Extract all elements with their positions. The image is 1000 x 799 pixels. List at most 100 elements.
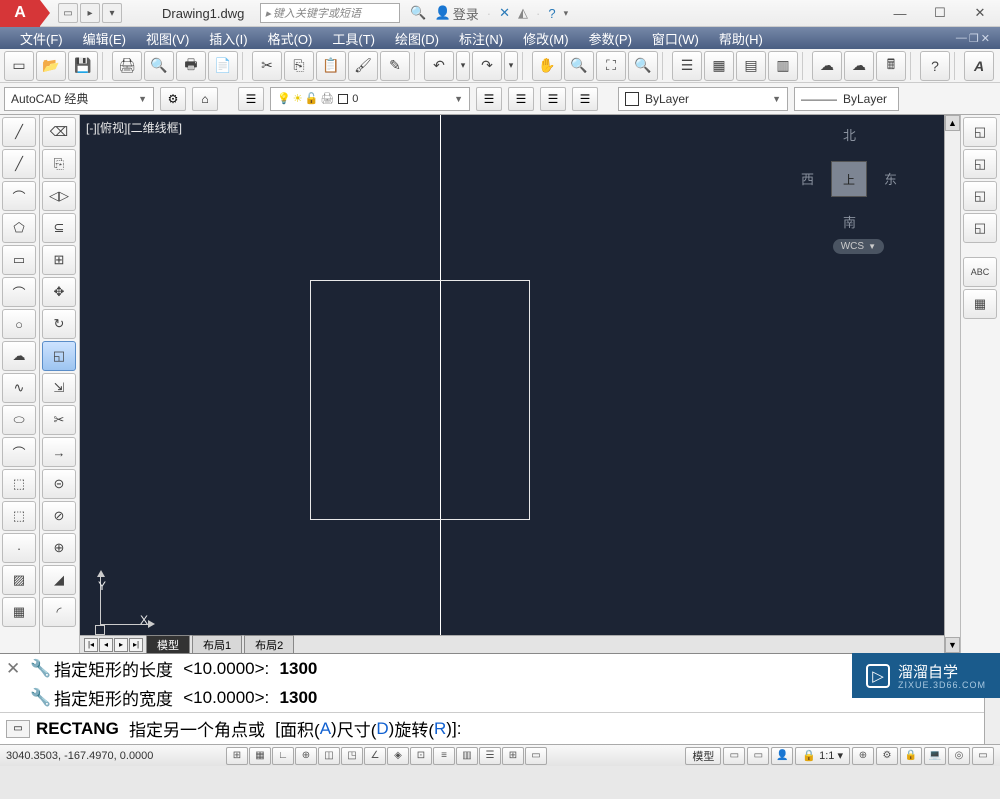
dyn-toggle-icon[interactable]: ⊡ xyxy=(410,747,432,765)
publish-icon[interactable]: 🖶 xyxy=(176,51,206,81)
transparency-toggle-icon[interactable]: ▥ xyxy=(456,747,478,765)
text-style-icon[interactable]: A xyxy=(964,51,994,81)
login-button[interactable]: 👤 登录 xyxy=(435,4,479,23)
layer-freeze-icon[interactable]: ☰ xyxy=(572,87,598,111)
arc-tool-icon[interactable]: ⌒ xyxy=(2,277,36,307)
tool-palettes-icon[interactable]: ▤ xyxy=(736,51,766,81)
menu-format[interactable]: 格式(O) xyxy=(258,27,323,49)
redo-dropdown-icon[interactable]: ▾ xyxy=(504,51,518,81)
pan-icon[interactable]: ✋ xyxy=(532,51,562,81)
viewcube-north[interactable]: 北 xyxy=(843,125,856,144)
close-button[interactable]: ✕ xyxy=(960,0,1000,27)
properties-icon[interactable]: ☰ xyxy=(672,51,702,81)
quickcalc-icon[interactable]: ☁ xyxy=(844,51,874,81)
vertical-scrollbar[interactable]: ▲ ▼ xyxy=(944,115,960,653)
workspace-combo[interactable]: AutoCAD 经典 ▼ xyxy=(4,87,154,111)
workspace-home-icon[interactable]: ⌂ xyxy=(192,87,218,111)
menu-edit[interactable]: 编辑(E) xyxy=(73,27,136,49)
mdi-restore-icon[interactable]: ❐ xyxy=(969,32,979,45)
viewcube-south[interactable]: 南 xyxy=(843,212,856,231)
copy-tool-icon[interactable]: ⎘ xyxy=(42,149,76,179)
tab-layout1[interactable]: 布局1 xyxy=(192,635,242,654)
maximize-button[interactable]: ☐ xyxy=(920,0,960,27)
osnap-toggle-icon[interactable]: ◫ xyxy=(318,747,340,765)
sc-toggle-icon[interactable]: ⊞ xyxy=(502,747,524,765)
grid-toggle-icon[interactable]: ▦ xyxy=(249,747,271,765)
paste-icon[interactable]: 📋 xyxy=(316,51,346,81)
erase-tool-icon[interactable]: ⌫ xyxy=(42,117,76,147)
circle-tool-icon[interactable]: ○ xyxy=(2,309,36,339)
extend-tool-icon[interactable]: → xyxy=(42,437,76,467)
linetype-combo[interactable]: ——— ByLayer xyxy=(794,87,899,111)
trim-tool-icon[interactable]: ✂ xyxy=(42,405,76,435)
stretch-tool-icon[interactable]: ⇲ xyxy=(42,373,76,403)
move-tool-icon[interactable]: ✥ xyxy=(42,277,76,307)
layer-combo[interactable]: 💡 ☀ 🔓 🖨 0 ▼ xyxy=(270,87,470,111)
menu-insert[interactable]: 插入(I) xyxy=(199,27,257,49)
design-center-icon[interactable]: ▦ xyxy=(704,51,734,81)
match-props-icon[interactable]: 🖌 xyxy=(348,51,378,81)
menu-file[interactable]: 文件(F) xyxy=(10,27,73,49)
clean-screen-icon[interactable]: ▭ xyxy=(972,747,994,765)
hatch-tool-icon[interactable]: ▨ xyxy=(2,565,36,595)
print-preview-icon[interactable]: 🔍 xyxy=(144,51,174,81)
menu-view[interactable]: 视图(V) xyxy=(136,27,199,49)
new-file-icon[interactable]: ▭ xyxy=(4,51,34,81)
layer-prev-icon[interactable]: ☰ xyxy=(540,87,566,111)
menu-modify[interactable]: 修改(M) xyxy=(513,27,579,49)
annotation-scale-value[interactable]: 🔒 1:1 ▾ xyxy=(795,747,850,765)
quickview-drawings-icon[interactable]: ▭ xyxy=(747,747,769,765)
zoom-window-icon[interactable]: ⛶ xyxy=(596,51,626,81)
snap-toggle-icon[interactable]: ⊞ xyxy=(226,747,248,765)
ellipse-tool-icon[interactable]: ⬭ xyxy=(2,405,36,435)
fillet-tool-icon[interactable]: ◜ xyxy=(42,597,76,627)
viewcube-east[interactable]: 东 xyxy=(884,169,897,188)
rt-table-icon[interactable]: ▦ xyxy=(963,289,997,319)
point-tool-icon[interactable]: · xyxy=(2,533,36,563)
workspace-switch-icon[interactable]: ⚙ xyxy=(876,747,898,765)
viewport-label[interactable]: [-][俯视][二维线框] xyxy=(86,119,182,136)
wrench-icon[interactable]: ✕ xyxy=(6,660,24,678)
tab-last-icon[interactable]: ▸| xyxy=(129,638,143,652)
otrack-toggle-icon[interactable]: ∠ xyxy=(364,747,386,765)
xline-tool-icon[interactable]: ╱ xyxy=(2,149,36,179)
qat-new-icon[interactable]: ▭ xyxy=(58,3,78,23)
menu-parametric[interactable]: 参数(P) xyxy=(579,27,642,49)
rt-visual-style2-icon[interactable]: ◱ xyxy=(963,149,997,179)
offset-tool-icon[interactable]: ⊆ xyxy=(42,213,76,243)
qp-toggle-icon[interactable]: ☰ xyxy=(479,747,501,765)
autodesk-icon[interactable]: ◭ xyxy=(518,5,528,21)
coordinates-readout[interactable]: 3040.3503, -167.4970, 0.0000 xyxy=(6,750,206,762)
zoom-realtime-icon[interactable]: 🔍 xyxy=(564,51,594,81)
search-icon[interactable]: 🔍 xyxy=(410,5,426,21)
open-file-icon[interactable]: 📂 xyxy=(36,51,66,81)
rt-visual-style3-icon[interactable]: ◱ xyxy=(963,181,997,211)
polyline-tool-icon[interactable]: ⌒ xyxy=(2,181,36,211)
line-tool-icon[interactable]: ╱ xyxy=(2,117,36,147)
layer-props-icon[interactable]: ☰ xyxy=(238,87,264,111)
rectangle-tool-icon[interactable]: ▭ xyxy=(2,245,36,275)
isolate-objects-icon[interactable]: ◎ xyxy=(948,747,970,765)
layer-iso-icon[interactable]: ☰ xyxy=(508,87,534,111)
am-toggle-icon[interactable]: ▭ xyxy=(525,747,547,765)
mdi-close-icon[interactable]: ✕ xyxy=(981,32,990,45)
redo-icon[interactable]: ↷ xyxy=(472,51,502,81)
scale-tool-icon[interactable]: ◱ xyxy=(42,341,76,371)
menu-tools[interactable]: 工具(T) xyxy=(322,27,385,49)
3dosnap-toggle-icon[interactable]: ◳ xyxy=(341,747,363,765)
tab-prev-icon[interactable]: ◂ xyxy=(99,638,113,652)
revision-cloud-icon[interactable]: ☁ xyxy=(2,341,36,371)
drawing-canvas[interactable]: [-][俯视][二维线框] Y X 北 南 西 东 上 WCS▼ |◂ ◂ ▸ … xyxy=(80,115,944,653)
polygon-tool-icon[interactable]: ⬠ xyxy=(2,213,36,243)
insert-block-icon[interactable]: ⬚ xyxy=(2,469,36,499)
menu-help[interactable]: 帮助(H) xyxy=(709,27,773,49)
join-tool-icon[interactable]: ⊕ xyxy=(42,533,76,563)
sheet-set-icon[interactable]: ▥ xyxy=(768,51,798,81)
mdi-minimize-icon[interactable]: — xyxy=(956,32,967,45)
gradient-tool-icon[interactable]: ▦ xyxy=(2,597,36,627)
polar-toggle-icon[interactable]: ⊕ xyxy=(295,747,317,765)
array-tool-icon[interactable]: ⊞ xyxy=(42,245,76,275)
plot-icon[interactable]: 📄 xyxy=(208,51,238,81)
copy-icon[interactable]: ⎘ xyxy=(284,51,314,81)
viewcube-west[interactable]: 西 xyxy=(801,169,814,188)
